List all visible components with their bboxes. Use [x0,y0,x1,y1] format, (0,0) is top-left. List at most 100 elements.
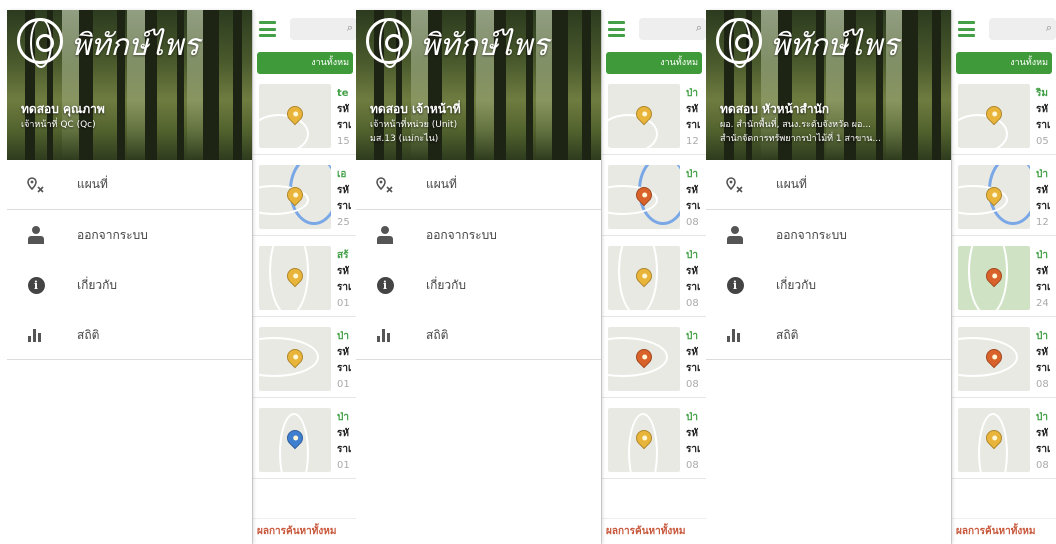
item-date: 01 [337,460,350,471]
list-item[interactable]: ป่า รหั ราเ 08 [602,398,706,479]
top-bar: ⌕ [253,10,357,48]
user-unit: มส.13 (แม่กะไน) [370,134,439,144]
menu-item-logout[interactable]: ออกจากระบบ [706,210,951,260]
list-item-text: ป่า รหั ราเ 08 [1036,410,1050,474]
list-item[interactable]: ป่า รหั ราเ 08 [602,236,706,317]
item-code: รหั [686,266,698,277]
item-code: รหั [1036,185,1048,196]
item-title: ป่า [1036,331,1048,342]
user-role: เจ้าหน้าที่ QC (Qc) [21,120,96,130]
item-date: 25 [337,217,350,228]
list-item[interactable]: ป่า รหั ราเ 12 [952,155,1056,236]
map-thumbnail [608,165,680,229]
hamburger-icon[interactable] [608,21,626,37]
menu-item-map[interactable]: แผนที่ [7,160,252,210]
list-item-text: ป่า รหั ราเ 08 [1036,329,1050,393]
list-item[interactable]: ป่า รหั ราเ 08 [602,317,706,398]
list-item-text: ป่า รหั ราเ 08 [686,329,700,393]
list-item[interactable]: ป่า รหั ราเ 01 [253,398,357,479]
menu-item-logout[interactable]: ออกจากระบบ [7,210,252,260]
map-thumbnail [608,327,680,391]
user-unit: สำนักจัดการทรัพยากรป่าไม้ที่ 1 สาขาน... [720,134,882,144]
list-item[interactable]: ริม รหั ราเ 05 [952,74,1056,155]
all-jobs-button[interactable]: งานทั้งหม [606,52,702,74]
all-jobs-button[interactable]: งานทั้งหม [956,52,1052,74]
menu-item-map-label: แผนที่ [776,177,807,191]
menu-item-about[interactable]: i เกี่ยวกับ [356,260,601,310]
search-input[interactable]: ⌕ [989,18,1056,40]
item-detail: ราเ [1036,201,1051,212]
bar-chart-icon [377,328,393,342]
map-thumbnail [958,408,1030,472]
menu-item-stats[interactable]: สถิติ [7,310,252,360]
person-icon [727,226,743,244]
search-input[interactable]: ⌕ [290,18,357,40]
list-item[interactable]: ป่า รหั ราเ 08 [952,398,1056,479]
list-item[interactable]: ป่า รหั ราเ 08 [952,317,1056,398]
item-detail: ราเ [686,201,701,212]
search-results-summary: ผลการค้นหาทั้งหม [952,518,1056,544]
menu-item-logout-label: ออกจากระบบ [77,227,148,242]
bar-chart-icon [28,328,44,342]
hamburger-icon[interactable] [958,21,976,37]
list-item[interactable]: ป่า รหั ราเ 08 [602,155,706,236]
menu-item-map[interactable]: แผนที่ [706,160,951,210]
globe-logo-icon [17,18,63,68]
item-title: ป่า [686,250,698,261]
menu-item-about[interactable]: i เกี่ยวกับ [7,260,252,310]
item-title: เอ [337,169,347,180]
menu-item-about[interactable]: i เกี่ยวกับ [706,260,951,310]
list-item[interactable]: สร้ รหั ราเ 01 [253,236,357,317]
item-code: รหั [686,104,698,115]
menu-item-about-label: เกี่ยวกับ [776,277,817,292]
item-detail: ราเ [337,120,352,131]
list-item-text: ป่า รหั ราเ 12 [686,86,700,150]
menu-item-stats[interactable]: สถิติ [706,310,951,360]
person-icon [377,226,393,244]
info-icon: i [376,276,394,294]
menu-item-stats-label: สถิติ [77,327,100,342]
globe-logo-icon [716,18,762,68]
bar-chart-icon [727,328,743,342]
item-title: ป่า [686,331,698,342]
list-item-text: ป่า รหั ราเ 08 [686,167,700,231]
drawer-header: พิทักษ์ไพร ทดสอบ เจ้าหน้าที่ เจ้าหน้าที่… [356,10,601,160]
item-date: 01 [337,379,350,390]
list-item[interactable]: ป่า รหั ราเ 24 [952,236,1056,317]
search-results-list: ⌕ งานทั้งหม ป่า รหั ราเ 12 ป่า รหั ราเ 08 ป่า รหั… [601,10,706,544]
list-item-text: ป่า รหั ราเ 08 [686,248,700,312]
list-item[interactable]: ป่า รหั ราเ 12 [602,74,706,155]
map-thumbnail [259,165,331,229]
list-item[interactable]: ป่า รหั ราเ 01 [253,317,357,398]
menu-item-logout[interactable]: ออกจากระบบ [356,210,601,260]
item-date: 24 [1036,298,1049,309]
item-detail: ราเ [337,201,352,212]
item-code: รหั [1036,266,1048,277]
menu-item-map-label: แผนที่ [77,177,108,191]
person-icon [28,226,44,244]
drawer-header: พิทักษ์ไพร ทดสอบ หัวหน้าสำนัก ผอ. สำนักพ… [706,10,951,160]
menu-item-about-label: เกี่ยวกับ [77,277,118,292]
list-item-text: เอ รหั ราเ 25 [337,167,351,231]
item-title: ป่า [686,412,698,423]
menu-divider [356,359,601,360]
search-input[interactable]: ⌕ [639,18,706,40]
map-thumbnail [259,84,331,148]
menu-item-map[interactable]: แผนที่ [356,160,601,210]
map-thumbnail [958,84,1030,148]
all-jobs-button[interactable]: งานทั้งหม [257,52,353,74]
list-item-text: ป่า รหั ราเ 12 [1036,167,1050,231]
top-bar: ⌕ [952,10,1056,48]
list-item[interactable]: เอ รหั ราเ 25 [253,155,357,236]
item-detail: ราเ [1036,282,1051,293]
menu-item-stats[interactable]: สถิติ [356,310,601,360]
menu-item-stats-label: สถิติ [426,327,449,342]
list-item-text: ป่า รหั ราเ 08 [686,410,700,474]
list-item[interactable]: te รหั ราเ 15 [253,74,357,155]
item-date: 08 [686,460,699,471]
item-code: รหั [337,266,349,277]
item-date: 08 [686,217,699,228]
item-title: ป่า [337,331,349,342]
item-detail: ราเ [1036,120,1051,131]
hamburger-icon[interactable] [259,21,277,37]
